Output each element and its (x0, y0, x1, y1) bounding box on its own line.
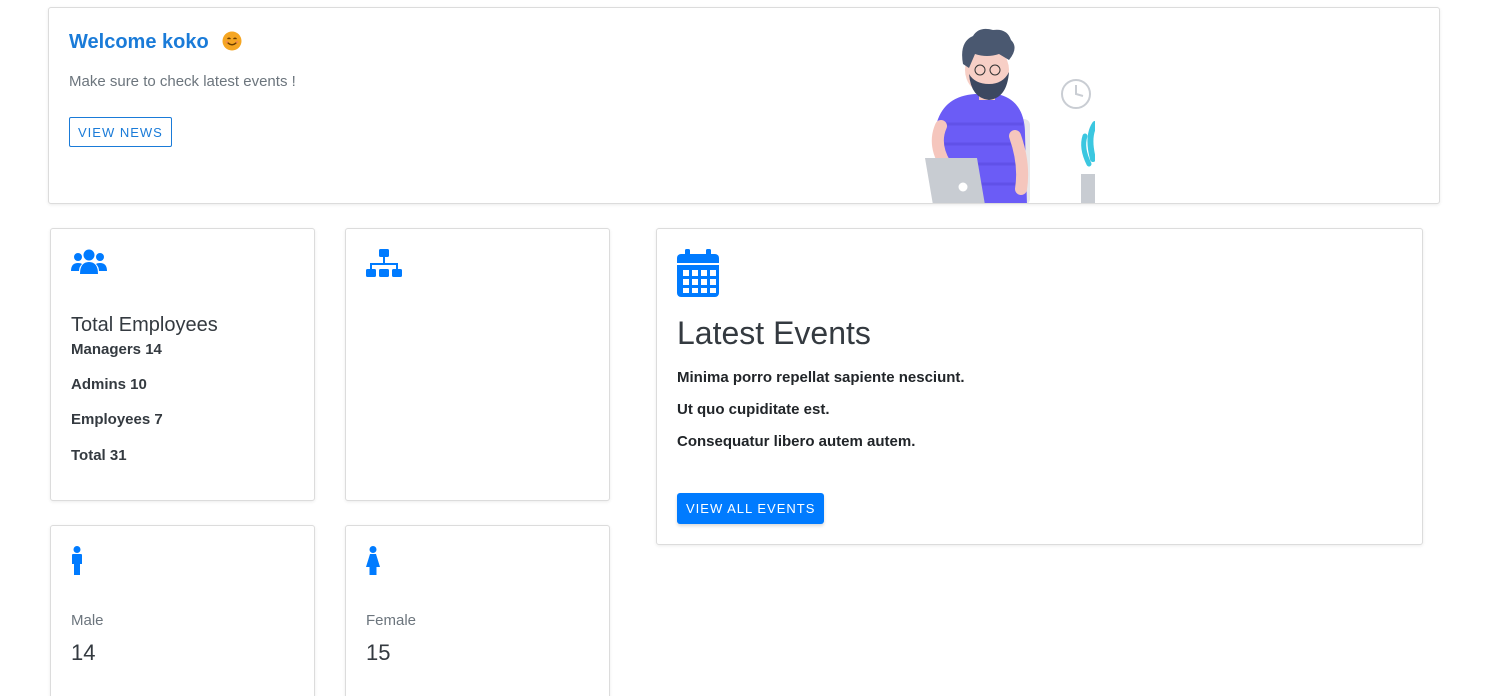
welcome-subtitle: Make sure to check latest events ! (69, 73, 296, 90)
employees-count: Employees 7 (71, 411, 163, 428)
users-icon (71, 249, 107, 274)
male-card: Male 14 (50, 525, 315, 696)
admins-count: Admins 10 (71, 376, 147, 393)
male-count: 14 (71, 640, 96, 665)
event-item: Ut quo cupiditate est. (677, 401, 830, 418)
female-icon (366, 546, 380, 575)
person-with-laptop-illustration (925, 28, 1095, 203)
latest-events-card: Latest Events Minima porro repellat sapi… (656, 228, 1423, 545)
smiling-emoji-icon (222, 31, 242, 51)
female-label: Female (366, 612, 417, 629)
total-employees-heading: Total Employees (71, 314, 218, 336)
total-count: Total 31 (71, 447, 127, 464)
view-all-events-button[interactable]: VIEW ALL EVENTS (677, 493, 825, 524)
event-item: Consequatur libero autem autem. (677, 433, 916, 450)
calendar-icon (677, 249, 719, 297)
total-employees-card: Total Employees Managers 14 Admins 10 Em… (50, 228, 315, 501)
female-count: 15 (366, 640, 391, 665)
latest-events-heading: Latest Events (677, 315, 871, 351)
sitemap-icon (366, 249, 402, 277)
male-label: Male (71, 612, 104, 629)
managers-count: Managers 14 (71, 341, 162, 358)
welcome-title: Welcome koko (69, 31, 242, 54)
welcome-card: Welcome koko Make sure to check latest e… (48, 7, 1440, 204)
male-icon (72, 546, 82, 575)
female-card: Female 15 (345, 525, 610, 696)
event-item: Minima porro repellat sapiente nesciunt. (677, 369, 965, 386)
view-news-button[interactable]: VIEW NEWS (69, 117, 172, 147)
organization-card (345, 228, 610, 501)
